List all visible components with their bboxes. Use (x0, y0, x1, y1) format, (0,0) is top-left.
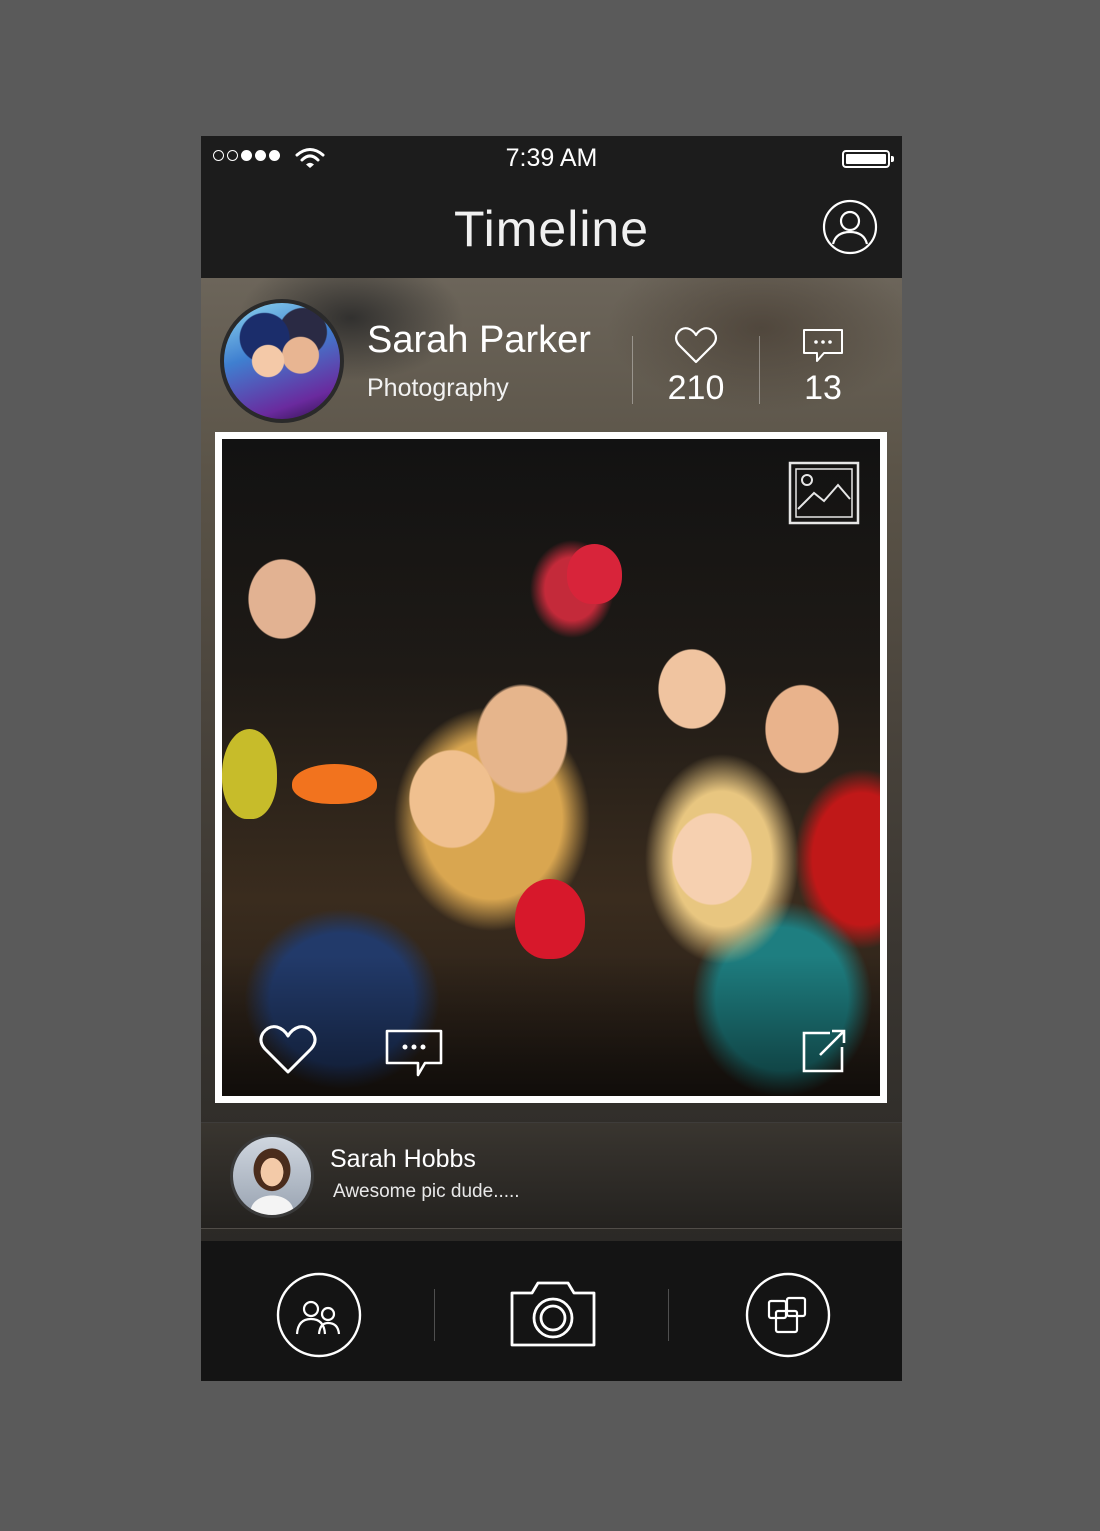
cocktail-glass (567, 544, 622, 604)
author-name[interactable]: Sarah Parker (367, 319, 591, 362)
comments-count: 13 (804, 369, 842, 407)
photo-shade (222, 956, 880, 1096)
divider (632, 336, 633, 404)
post-header: Sarah Parker Photography 210 13 (201, 278, 902, 428)
battery-icon (842, 150, 894, 168)
camera-icon[interactable] (508, 1279, 598, 1349)
post-photo[interactable] (222, 439, 880, 1096)
likes-count: 210 (667, 369, 725, 407)
commenter-avatar[interactable] (230, 1134, 314, 1218)
timeline-feed: Sarah Parker Photography 210 13 (201, 278, 902, 1241)
cocktail-glass (515, 879, 585, 959)
status-time: 7:39 AM (505, 144, 598, 172)
user-profile-icon[interactable] (822, 199, 878, 255)
cocktail-glass (292, 764, 377, 804)
author-category: Photography (367, 374, 509, 402)
tab-bar (201, 1241, 902, 1381)
divider (759, 336, 760, 404)
friends-icon[interactable] (276, 1272, 362, 1358)
author-avatar[interactable] (220, 299, 344, 423)
heart-icon[interactable] (674, 326, 718, 366)
cocktail-glass (222, 729, 277, 819)
gallery-icon[interactable] (745, 1272, 831, 1358)
tab-divider (434, 1289, 435, 1341)
comment-text: Awesome pic dude..... (333, 1181, 520, 1202)
tab-divider (668, 1289, 669, 1341)
status-bar: 7:39 AM (201, 136, 902, 182)
comment-icon[interactable] (385, 1029, 443, 1079)
comment-item[interactable]: Sarah Hobbs Awesome pic dude..... (201, 1122, 902, 1229)
speech-bubble-icon[interactable] (802, 328, 844, 364)
share-icon[interactable] (802, 1029, 848, 1073)
post-photo-card[interactable] (215, 432, 887, 1103)
page-title: Timeline (453, 201, 650, 257)
phone-screen: 7:39 AM Timeline Sarah Parker Photograph… (201, 136, 902, 1381)
commenter-name[interactable]: Sarah Hobbs (330, 1145, 476, 1174)
image-icon (788, 461, 860, 525)
like-heart-icon[interactable] (258, 1024, 318, 1076)
